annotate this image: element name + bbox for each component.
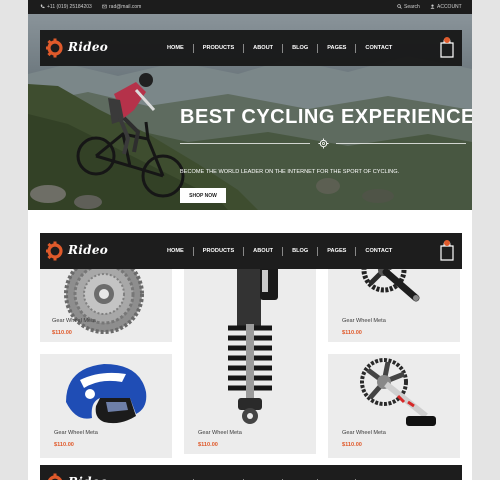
brand-name: Rideo xyxy=(68,40,109,54)
helmet-icon xyxy=(66,364,147,424)
gear-icon xyxy=(318,138,329,149)
account-text: ACCOUNT xyxy=(437,4,462,10)
user-icon xyxy=(430,4,435,9)
nav-home[interactable]: HOME xyxy=(158,248,193,254)
product-price: $110.00 xyxy=(54,442,74,448)
main-menu: HOME PRODUCTS ABOUT BLOG PAGES CONTACT xyxy=(158,233,401,269)
product-name[interactable]: Gear Wheel Meta xyxy=(342,318,386,324)
hero-subtitle: BECOME THE WORLD LEADER ON THE INTERNET … xyxy=(180,169,400,175)
nav-blog[interactable]: BLOG xyxy=(283,248,317,254)
nav-products[interactable]: PRODUCTS xyxy=(194,45,243,51)
brand-name: Rideo xyxy=(68,243,109,257)
mail-icon xyxy=(102,4,107,9)
product-name[interactable]: Gear Wheel Meta xyxy=(198,430,242,436)
nav-contact[interactable]: CONTACT xyxy=(356,248,401,254)
gear-logo-icon xyxy=(46,241,63,261)
nav-pages[interactable]: PAGES xyxy=(318,45,355,51)
top-bar: +11 (019) 25184203 rad@mail.com Search A… xyxy=(28,0,472,14)
product-card[interactable]: Gear Wheel Meta $110.00 xyxy=(328,354,460,458)
brand-name: Rideo xyxy=(68,475,108,480)
search-link[interactable]: Search xyxy=(397,4,420,10)
product-name[interactable]: Gear Wheel Meta xyxy=(52,318,96,324)
nav-contact[interactable]: CONTACT xyxy=(356,45,401,51)
phone-info: +11 (019) 25184203 xyxy=(40,4,92,10)
nav-home[interactable]: HOME xyxy=(158,45,193,51)
phone-text: +11 (019) 25184203 xyxy=(47,4,92,10)
divider-line xyxy=(336,143,466,144)
divider-line xyxy=(180,143,310,144)
product-card[interactable]: Gear Wheel Meta $110.00 xyxy=(328,247,460,342)
brand-logo[interactable]: Rideo xyxy=(46,38,116,58)
product-price: $110.00 xyxy=(342,330,362,336)
phone-icon xyxy=(40,4,45,9)
page: +11 (019) 25184203 rad@mail.com Search A… xyxy=(28,0,472,480)
account-link[interactable]: ACCOUNT xyxy=(430,4,462,10)
product-name[interactable]: Gear Wheel Meta xyxy=(54,430,98,436)
shopping-bag-icon[interactable] xyxy=(440,36,454,58)
product-name[interactable]: Gear Wheel Meta xyxy=(342,430,386,436)
shop-now-button[interactable]: SHOP NOW xyxy=(180,188,226,203)
search-icon xyxy=(397,4,402,9)
main-menu: HOME PRODUCTS ABOUT BLOG PAGES CONTACT xyxy=(158,465,401,480)
hero-navbar: Rideo HOME PRODUCTS ABOUT BLOG PAGES CON… xyxy=(40,30,462,66)
nav-pages[interactable]: PAGES xyxy=(318,248,355,254)
shopping-bag-icon[interactable] xyxy=(440,239,454,261)
crankset-icon xyxy=(360,358,436,426)
brand-logo[interactable]: Rideo xyxy=(46,241,116,261)
product-price: $110.00 xyxy=(198,442,218,448)
hero-title: BEST CYCLING EXPERIENCE xyxy=(180,106,472,128)
email-info[interactable]: rad@mail.com xyxy=(102,4,141,10)
email-text: rad@mail.com xyxy=(109,4,142,10)
product-card[interactable]: Gear Wheel Meta $110.00 xyxy=(40,354,172,458)
product-price: $110.00 xyxy=(342,442,362,448)
hero-banner: Rideo HOME PRODUCTS ABOUT BLOG PAGES CON… xyxy=(28,14,472,210)
gear-logo-icon xyxy=(48,473,62,480)
brand-logo[interactable]: Rideo xyxy=(46,473,116,480)
nav-about[interactable]: ABOUT xyxy=(244,45,282,51)
footer-navbar: Rideo HOME PRODUCTS ABOUT BLOG PAGES CON… xyxy=(40,465,462,480)
nav-blog[interactable]: BLOG xyxy=(283,45,317,51)
gear-logo-icon xyxy=(46,38,63,58)
search-text: Search xyxy=(404,4,420,10)
nav-products[interactable]: PRODUCTS xyxy=(194,248,243,254)
product-card[interactable]: Gear Wheel Meta $110.00 xyxy=(184,242,316,454)
product-card[interactable]: Gear Wheel Meta $110.00 xyxy=(40,254,172,342)
product-price: $110.00 xyxy=(52,330,72,336)
main-menu: HOME PRODUCTS ABOUT BLOG PAGES CONTACT xyxy=(158,30,401,66)
sticky-navbar: Rideo HOME PRODUCTS ABOUT BLOG PAGES CON… xyxy=(40,233,462,269)
nav-about[interactable]: ABOUT xyxy=(244,248,282,254)
